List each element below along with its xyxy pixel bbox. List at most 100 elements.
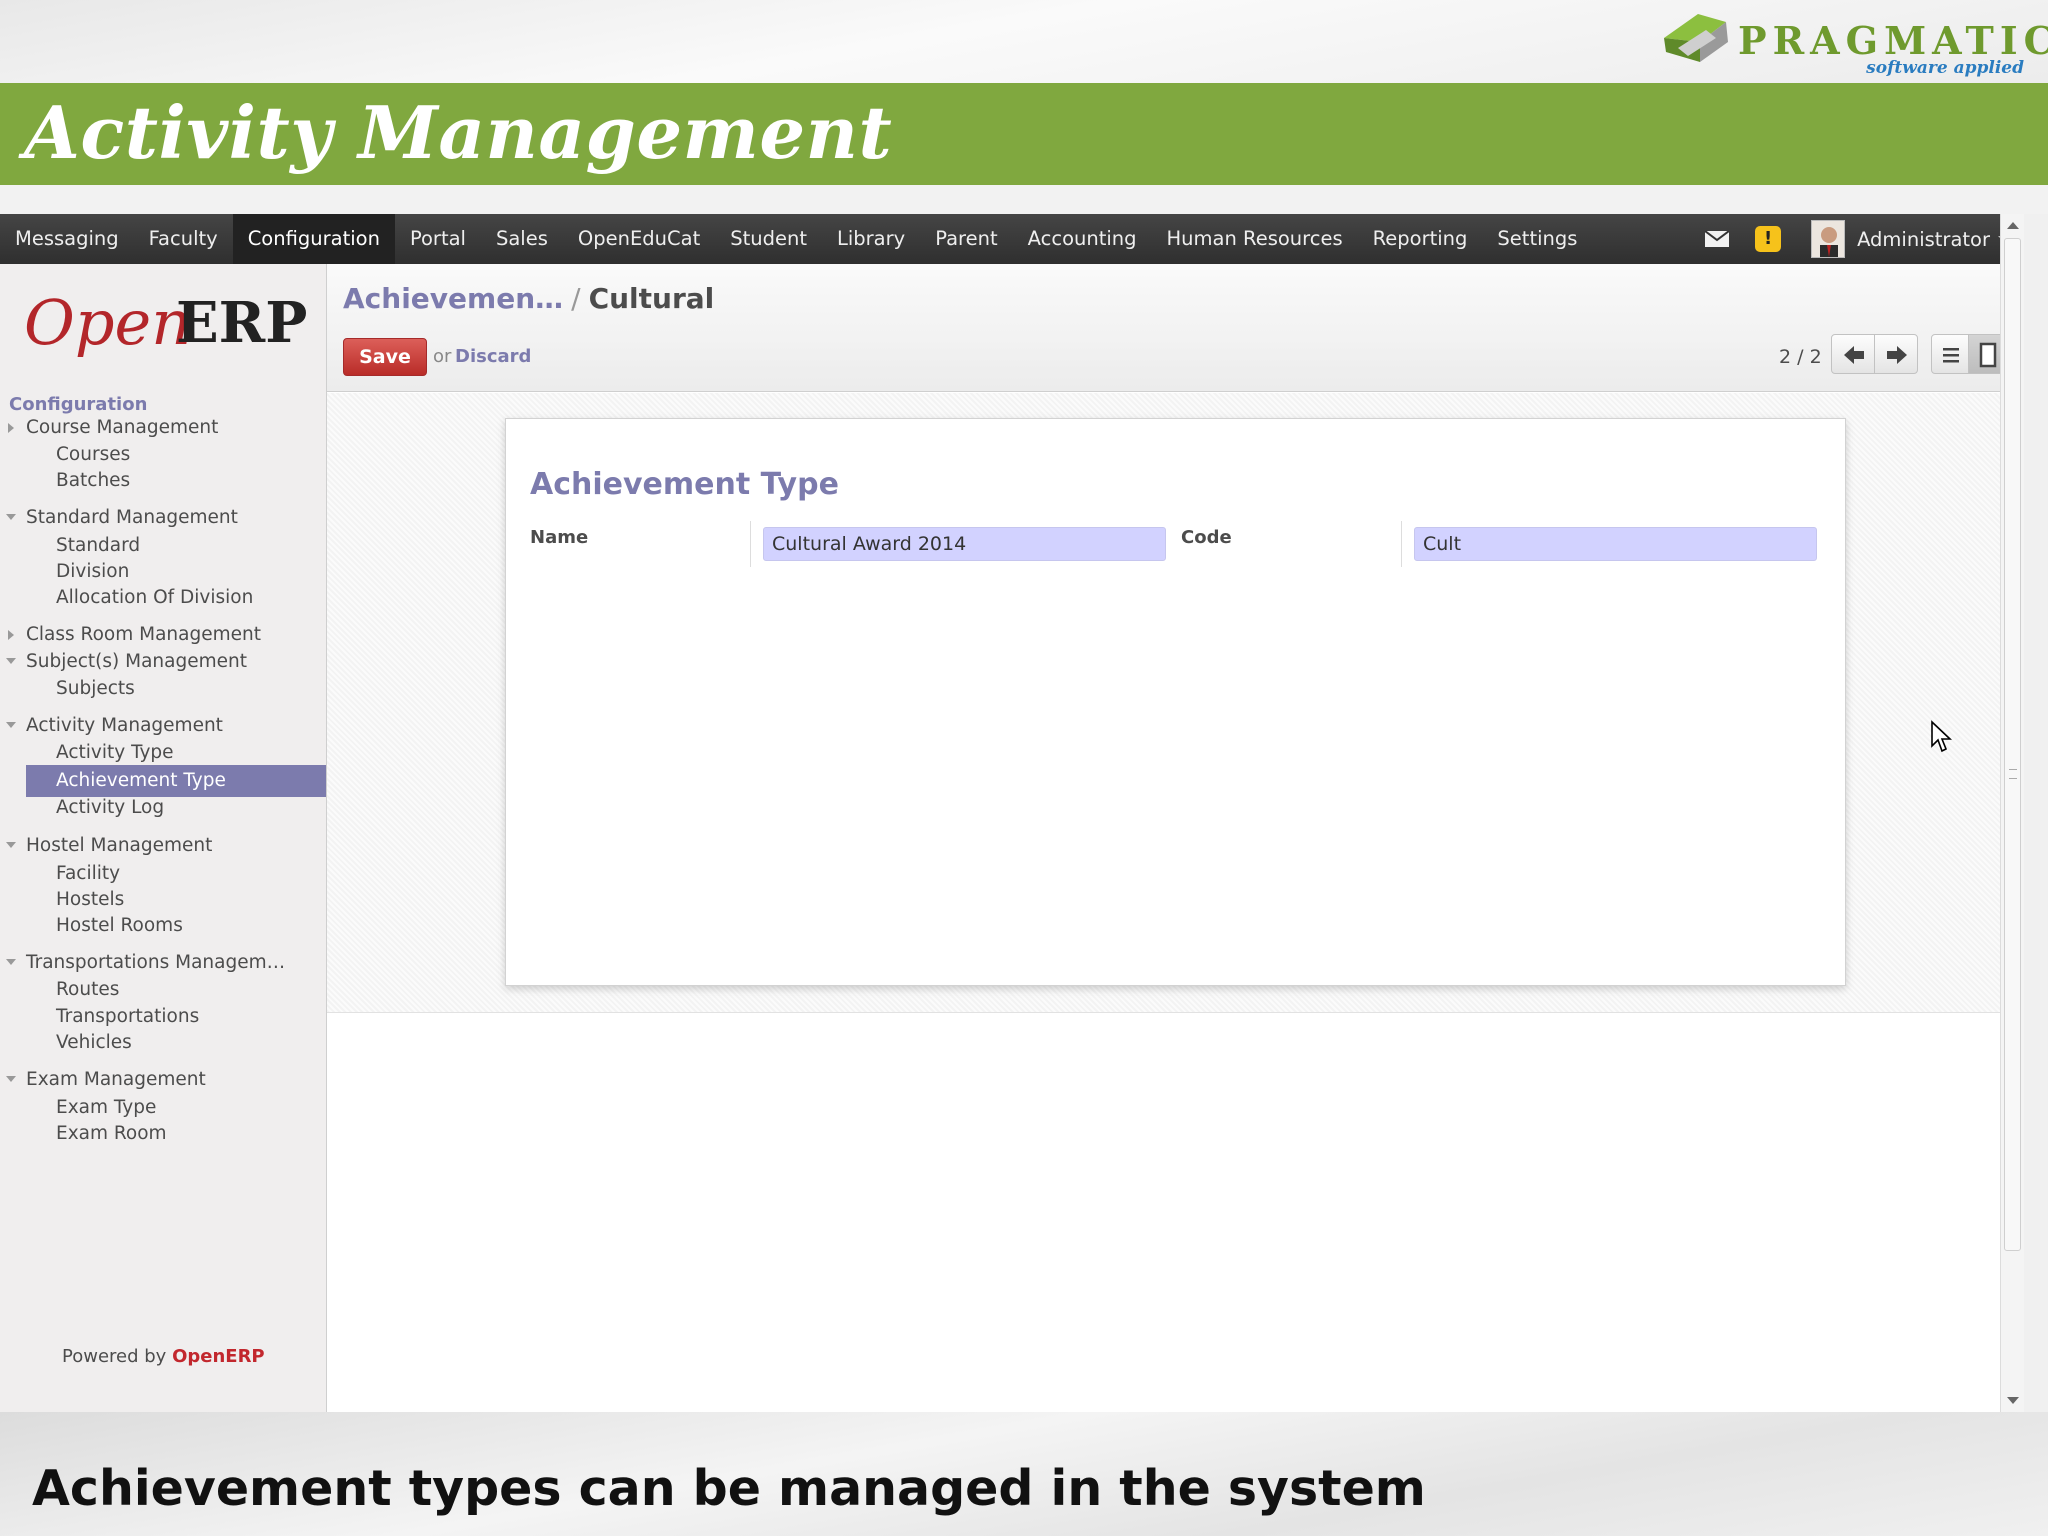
list-icon: [1943, 348, 1959, 363]
menu-item-portal[interactable]: Portal: [395, 214, 481, 264]
field-divider: [1401, 521, 1402, 567]
or-label: or: [433, 346, 452, 367]
name-field-label: Name: [530, 527, 589, 548]
sidebar-item-activity-log[interactable]: Activity Log: [0, 792, 326, 824]
sidebar-item-label: Achievement Type: [56, 770, 226, 791]
sidebar-item-label: Subjects: [56, 678, 135, 699]
sidebar-item-vehicles[interactable]: Vehicles: [0, 1027, 326, 1059]
grip-icon: [2009, 769, 2017, 779]
main-menu: Messaging Faculty Configuration Portal Sales…: [0, 214, 1592, 264]
name-field[interactable]: Cultural Award 2014: [763, 527, 1166, 561]
breadcrumb-current: Cultural: [588, 282, 715, 315]
brand-tagline: software applied: [1866, 58, 2024, 78]
sidebar-item-label: Batches: [56, 470, 131, 491]
menu-item-settings[interactable]: Settings: [1482, 214, 1592, 264]
save-button[interactable]: Save: [343, 338, 427, 376]
powered-by: Powered by OpenERP: [62, 1346, 265, 1367]
openerp-window: Messaging Faculty Configuration Portal Sales…: [0, 214, 2024, 1412]
sidebar-item-label: Hostel Rooms: [56, 915, 183, 936]
vertical-scrollbar[interactable]: [2000, 214, 2024, 1412]
sidebar: Open ERP Configuration Course Management…: [0, 264, 327, 1412]
menu-item-messaging[interactable]: Messaging: [0, 214, 134, 264]
content-header: Achievemen… / Cultural Save or Discard 2 /…: [327, 264, 2006, 392]
sidebar-item-label: Standard: [56, 535, 141, 556]
menu-item-accounting[interactable]: Accounting: [1013, 214, 1152, 264]
previous-record-button[interactable]: [1831, 334, 1875, 374]
sidebar-item-label: Vehicles: [56, 1032, 132, 1053]
sidebar-item-exam-room[interactable]: Exam Room: [0, 1118, 326, 1150]
caret-down-icon[interactable]: [6, 1076, 16, 1082]
breadcrumb-parent-link[interactable]: Achievemen…: [343, 282, 563, 315]
menu-item-human-resources[interactable]: Human Resources: [1152, 214, 1358, 264]
scroll-down-icon[interactable]: [2007, 1397, 2019, 1404]
sidebar-item-label: Course Management: [26, 417, 219, 438]
breadcrumb-separator: /: [571, 282, 581, 315]
brand-name: PRAGMATIC: [1738, 18, 2048, 63]
topbar-tools: ! Administrator: [1704, 214, 2014, 264]
menu-item-student[interactable]: Student: [715, 214, 822, 264]
sidebar-item-label: Allocation Of Division: [56, 587, 254, 608]
powered-by-brand[interactable]: OpenERP: [172, 1346, 265, 1367]
discard-button[interactable]: Discard: [455, 346, 531, 367]
menu-item-faculty[interactable]: Faculty: [134, 214, 233, 264]
scrollbar-thumb[interactable]: [2004, 238, 2021, 1251]
sidebar-item-hostel-rooms[interactable]: Hostel Rooms: [0, 910, 326, 942]
user-menu-label[interactable]: Administrator: [1857, 228, 1990, 251]
caret-down-icon[interactable]: [6, 514, 16, 520]
sidebar-item-label: Hostel Management: [26, 835, 213, 856]
mail-icon[interactable]: [1704, 230, 1730, 247]
menu-item-sales[interactable]: Sales: [481, 214, 563, 264]
caret-down-icon[interactable]: [6, 959, 16, 965]
slide-spacer: [0, 185, 2048, 214]
caret-right-icon[interactable]: [8, 423, 14, 433]
pragmatic-logo: PRAGMATIC software applied: [1656, 8, 2048, 80]
avatar[interactable]: [1811, 220, 1846, 258]
field-divider: [750, 521, 751, 567]
menu-item-reporting[interactable]: Reporting: [1358, 214, 1483, 264]
openerp-logo: Open ERP: [24, 286, 308, 366]
sidebar-item-batches[interactable]: Batches: [0, 465, 326, 497]
sidebar-item-label: Activity Type: [56, 742, 174, 763]
pager-counter: 2 / 2: [1779, 346, 1822, 368]
caret-down-icon[interactable]: [6, 722, 16, 728]
sidebar-item-label: Standard Management: [26, 507, 238, 528]
next-record-button[interactable]: [1874, 334, 1918, 374]
menu-item-configuration[interactable]: Configuration: [232, 214, 395, 264]
sidebar-item-label: Transportations: [56, 1006, 200, 1027]
top-menu-bar: Messaging Faculty Configuration Portal Sales…: [0, 214, 2024, 264]
sidebar-item-label: Exam Type: [56, 1097, 157, 1118]
sidebar-item-label: Exam Room: [56, 1123, 167, 1144]
sidebar-item-allocation-of-division[interactable]: Allocation Of Division: [0, 582, 326, 614]
menu-item-parent[interactable]: Parent: [920, 214, 1012, 264]
sidebar-item-label: Subject(s) Management: [26, 651, 247, 672]
code-field[interactable]: Cult: [1414, 527, 1817, 561]
slide-caption: Achievement types can be managed in the …: [32, 1460, 1426, 1517]
caret-right-icon[interactable]: [8, 630, 14, 640]
sidebar-item-label: Activity Log: [56, 797, 165, 818]
caret-down-icon[interactable]: [6, 842, 16, 848]
scroll-up-icon[interactable]: [2007, 222, 2019, 229]
breadcrumb: Achievemen… / Cultural: [343, 282, 714, 315]
form-title: Achievement Type: [530, 467, 839, 502]
mouse-cursor-icon: [1931, 720, 1952, 753]
sidebar-item-label: Division: [56, 561, 130, 582]
caret-down-icon[interactable]: [6, 658, 16, 664]
warning-icon[interactable]: !: [1755, 226, 1782, 252]
code-field-label: Code: [1181, 527, 1232, 548]
arrow-left-icon: [1844, 346, 1864, 364]
menu-item-library[interactable]: Library: [822, 214, 920, 264]
sidebar-item-label: Facility: [56, 863, 121, 884]
sidebar-item-label: Class Room Management: [26, 624, 261, 645]
sidebar-item-label: Routes: [56, 979, 120, 1000]
arrow-right-icon: [1887, 346, 1907, 364]
sidebar-item-label: Courses: [56, 444, 131, 465]
sidebar-item-subjects[interactable]: Subjects: [0, 673, 326, 705]
main-content: Achievemen… / Cultural Save or Discard 2 /…: [327, 264, 2006, 1412]
sidebar-item-label: Activity Management: [26, 715, 223, 736]
powered-by-prefix: Powered by: [62, 1346, 173, 1367]
list-view-button[interactable]: [1931, 334, 1969, 374]
sidebar-item-label: Exam Management: [26, 1069, 206, 1090]
pragmatic-logo-mark-icon: [1664, 14, 1728, 62]
logo-erp-text: ERP: [176, 290, 308, 356]
menu-item-openeducat[interactable]: OpenEduCat: [563, 214, 715, 264]
